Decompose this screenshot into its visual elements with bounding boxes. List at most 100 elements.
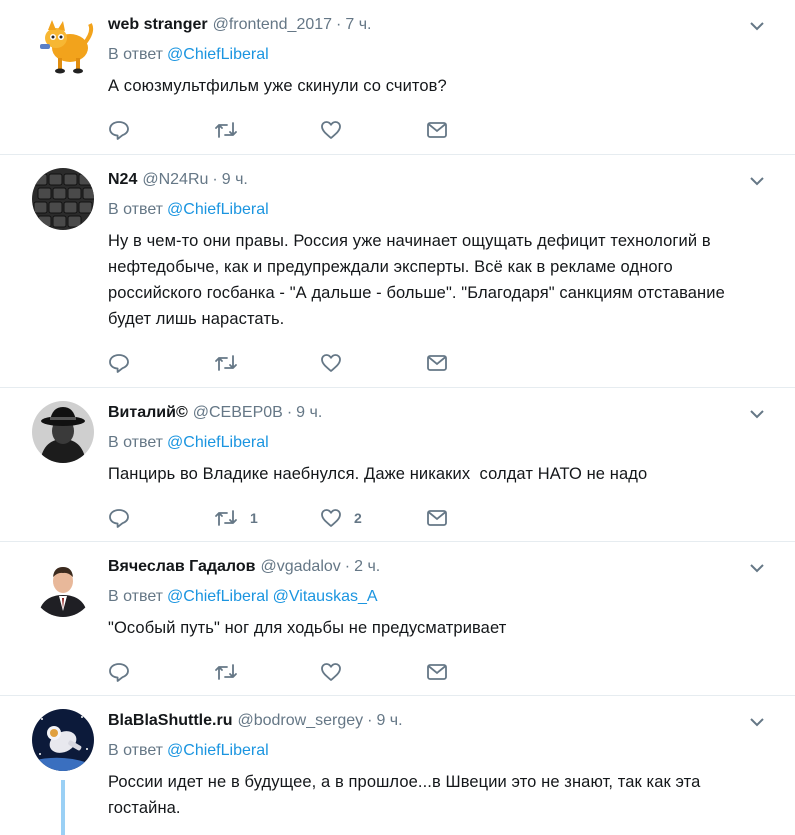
separator-dot: · bbox=[344, 558, 351, 575]
screen-name[interactable]: @vgadalov bbox=[260, 557, 340, 577]
retweet-button[interactable] bbox=[214, 662, 320, 682]
tweet-content: BlaBlaShuttle.ru @bodrow_sergey · 9 ч. В… bbox=[108, 711, 775, 821]
tweet-text: Панцирь во Владике наебнулся. Даже никак… bbox=[108, 465, 648, 483]
heart-icon bbox=[321, 354, 341, 372]
tweet-text: А союзмультфильм уже скинули со считов? bbox=[108, 77, 447, 95]
chevron-down-icon[interactable] bbox=[749, 716, 765, 728]
tweet[interactable]: Виталий© @СЕВЕР0В · 9 ч. В ответ @ChiefLi… bbox=[0, 388, 795, 542]
fullname[interactable]: Вячеслав Гадалов bbox=[108, 557, 255, 577]
tweet-actions: 1 2 bbox=[108, 503, 775, 533]
chevron-down-icon[interactable] bbox=[749, 408, 765, 420]
screen-name[interactable]: @bodrow_sergey bbox=[237, 711, 363, 731]
timestamp[interactable]: 9 ч. bbox=[376, 711, 402, 731]
tweet-text: "Особый путь" ног для ходьбы не предусма… bbox=[108, 619, 507, 637]
tweet-content: N24 @N24Ru · 9 ч. В ответ @ChiefLiberal Н… bbox=[108, 170, 775, 378]
like-button[interactable] bbox=[320, 662, 426, 682]
reply-button[interactable] bbox=[108, 120, 214, 140]
reply-icon bbox=[109, 509, 129, 528]
reply-context: В ответ @ChiefLiberal bbox=[108, 45, 775, 65]
like-button[interactable] bbox=[320, 120, 426, 140]
portrait-avatar[interactable] bbox=[32, 555, 94, 617]
mention-link[interactable]: @ChiefLiberal bbox=[167, 742, 269, 759]
chevron-down-icon[interactable] bbox=[749, 20, 765, 32]
tweet-header: Вячеслав Гадалов @vgadalov · 2 ч. bbox=[108, 557, 775, 577]
thread-connector-line bbox=[61, 780, 65, 835]
reply-icon bbox=[109, 121, 129, 140]
timestamp[interactable]: 7 ч. bbox=[345, 15, 371, 35]
tweet-text: России идет не в будущее, а в прошлое...… bbox=[108, 773, 706, 817]
retweet-button[interactable] bbox=[214, 353, 320, 373]
reply-button[interactable] bbox=[108, 508, 214, 528]
reply-icon bbox=[109, 354, 129, 373]
retweet-icon bbox=[215, 122, 237, 138]
reply-context: В ответ @ChiefLiberal bbox=[108, 200, 775, 220]
timestamp[interactable]: 2 ч. bbox=[354, 557, 380, 577]
reply-prefix: В ответ bbox=[108, 46, 164, 63]
chevron-down-icon[interactable] bbox=[749, 562, 765, 574]
separator-dot: · bbox=[286, 404, 293, 421]
tweet[interactable]: Вячеслав Гадалов @vgadalov · 2 ч. В отве… bbox=[0, 542, 795, 696]
screen-name[interactable]: @frontend_2017 bbox=[213, 15, 332, 35]
reply-prefix: В ответ bbox=[108, 588, 164, 605]
retweet-icon bbox=[215, 510, 237, 526]
direct-message-button[interactable] bbox=[426, 121, 532, 139]
fullname[interactable]: BlaBlaShuttle.ru bbox=[108, 711, 232, 731]
reply-button[interactable] bbox=[108, 353, 214, 373]
screen-name[interactable]: @СЕВЕР0В bbox=[193, 403, 283, 423]
timestamp[interactable]: 9 ч. bbox=[296, 403, 322, 423]
mention-link[interactable]: @ChiefLiberal bbox=[167, 46, 269, 63]
tweet-content: Виталий© @СЕВЕР0В · 9 ч. В ответ @ChiefLi… bbox=[108, 403, 775, 533]
reply-context: В ответ @ChiefLiberal bbox=[108, 741, 775, 761]
reply-context: В ответ @ChiefLiberal bbox=[108, 433, 775, 453]
envelope-icon bbox=[427, 355, 447, 371]
envelope-icon bbox=[427, 664, 447, 680]
timestamp[interactable]: 9 ч. bbox=[222, 170, 248, 190]
separator-dot: · bbox=[336, 16, 342, 33]
cartoon-cat-avatar[interactable] bbox=[36, 18, 96, 76]
retweet-icon bbox=[215, 355, 237, 371]
reply-prefix: В ответ bbox=[108, 201, 164, 218]
retweet-button[interactable]: 1 bbox=[214, 508, 320, 528]
direct-message-button[interactable] bbox=[426, 509, 532, 527]
chevron-down-icon[interactable] bbox=[749, 175, 765, 187]
screen-name[interactable]: @N24Ru bbox=[142, 170, 208, 190]
tweet-actions bbox=[108, 115, 775, 145]
separator-dot: · bbox=[367, 712, 373, 729]
retweet-icon bbox=[215, 664, 237, 680]
reply-timeline: web stranger @frontend_2017 · 7 ч. В отв… bbox=[0, 0, 795, 835]
tweet[interactable]: BlaBlaShuttle.ru @bodrow_sergey · 9 ч. В… bbox=[0, 696, 795, 835]
heart-icon bbox=[321, 509, 341, 527]
mention-link[interactable]: @ChiefLiberal bbox=[167, 588, 269, 605]
reply-prefix: В ответ bbox=[108, 434, 164, 451]
separator-dot: · bbox=[212, 171, 218, 188]
tweet[interactable]: N24 @N24Ru · 9 ч. В ответ @ChiefLiberal Н… bbox=[0, 155, 795, 388]
tweet-text: Ну в чем-то они правы. Россия уже начина… bbox=[108, 232, 730, 328]
hat-man-avatar[interactable] bbox=[32, 401, 94, 463]
tweet-header: BlaBlaShuttle.ru @bodrow_sergey · 9 ч. bbox=[108, 711, 775, 731]
fullname[interactable]: N24 bbox=[108, 170, 137, 190]
mention-link[interactable]: @ChiefLiberal bbox=[167, 434, 269, 451]
tweet-actions bbox=[108, 657, 775, 687]
mention-link[interactable]: @ChiefLiberal bbox=[167, 201, 269, 218]
tweet-content: web stranger @frontend_2017 · 7 ч. В отв… bbox=[108, 15, 775, 145]
direct-message-button[interactable] bbox=[426, 663, 532, 681]
heart-icon bbox=[321, 663, 341, 681]
envelope-icon bbox=[427, 510, 447, 526]
reply-prefix: В ответ bbox=[108, 742, 164, 759]
direct-message-button[interactable] bbox=[426, 354, 532, 372]
reply-button[interactable] bbox=[108, 662, 214, 682]
tweet-header: N24 @N24Ru · 9 ч. bbox=[108, 170, 775, 190]
retweet-button[interactable] bbox=[214, 120, 320, 140]
fullname[interactable]: Виталий© bbox=[108, 403, 188, 423]
mention-link[interactable]: @Vitauskas_A bbox=[273, 588, 378, 605]
astronaut-avatar[interactable] bbox=[32, 709, 94, 771]
tweet-header: web stranger @frontend_2017 · 7 ч. bbox=[108, 15, 775, 35]
like-button[interactable] bbox=[320, 353, 426, 373]
reply-context: В ответ @ChiefLiberal @Vitauskas_A bbox=[108, 587, 775, 607]
tweet[interactable]: web stranger @frontend_2017 · 7 ч. В отв… bbox=[0, 0, 795, 155]
tweet-actions bbox=[108, 348, 775, 378]
reply-icon bbox=[109, 663, 129, 682]
keyboard-avatar[interactable] bbox=[32, 168, 94, 230]
like-button[interactable]: 2 bbox=[320, 508, 426, 528]
fullname[interactable]: web stranger bbox=[108, 15, 208, 35]
